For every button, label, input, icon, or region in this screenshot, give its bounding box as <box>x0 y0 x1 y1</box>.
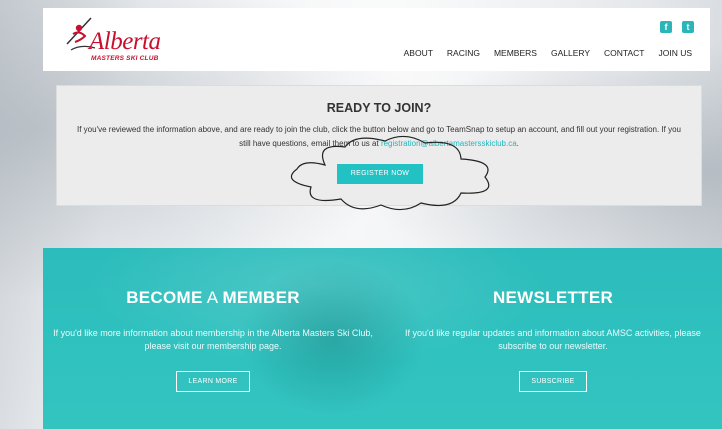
twitter-icon[interactable]: t <box>682 21 694 33</box>
club-logo[interactable]: Alberta MASTERS SKI CLUB <box>61 14 181 66</box>
logo-subtitle: MASTERS SKI CLUB <box>91 55 159 62</box>
become-member-heading: BECOME A MEMBER <box>43 288 383 308</box>
facebook-icon[interactable]: f <box>660 21 672 33</box>
nav-about[interactable]: ABOUT <box>404 48 433 58</box>
newsletter-heading: NEWSLETTER <box>492 288 614 307</box>
heading-word-a: A <box>202 288 223 307</box>
logo-wordmark: Alberta <box>89 28 161 55</box>
nav-gallery[interactable]: GALLERY <box>551 48 590 58</box>
social-links: f t <box>660 21 694 33</box>
promo-section: BECOME A MEMBER If you'd like more infor… <box>43 248 722 429</box>
nav-racing[interactable]: RACING <box>447 48 480 58</box>
subscribe-button[interactable]: SUBSCRIBE <box>519 371 587 392</box>
nav-join-us[interactable]: JOIN US <box>658 48 692 58</box>
site-header: Alberta MASTERS SKI CLUB f t ABOUT RACIN… <box>43 8 710 71</box>
heading-word-become: BECOME <box>126 288 203 307</box>
heading-word-member: MEMBER <box>222 288 300 307</box>
newsletter-description: If you'd like regular updates and inform… <box>405 328 701 351</box>
join-heading: READY TO JOIN? <box>326 101 432 115</box>
membership-description: If you'd like more information about mem… <box>53 328 373 351</box>
join-text-end: . <box>516 139 519 148</box>
newsletter-block: NEWSLETTER If you'd like regular updates… <box>383 288 722 392</box>
register-now-button[interactable]: REGISTER NOW <box>337 164 423 184</box>
become-member-block: BECOME A MEMBER If you'd like more infor… <box>43 288 383 392</box>
main-nav: ABOUT RACING MEMBERS GALLERY CONTACT JOI… <box>404 48 692 58</box>
nav-contact[interactable]: CONTACT <box>604 48 644 58</box>
nav-members[interactable]: MEMBERS <box>494 48 537 58</box>
learn-more-button[interactable]: LEARN MORE <box>176 371 250 392</box>
ready-to-join-panel: READY TO JOIN? If you've reviewed the in… <box>56 85 702 211</box>
